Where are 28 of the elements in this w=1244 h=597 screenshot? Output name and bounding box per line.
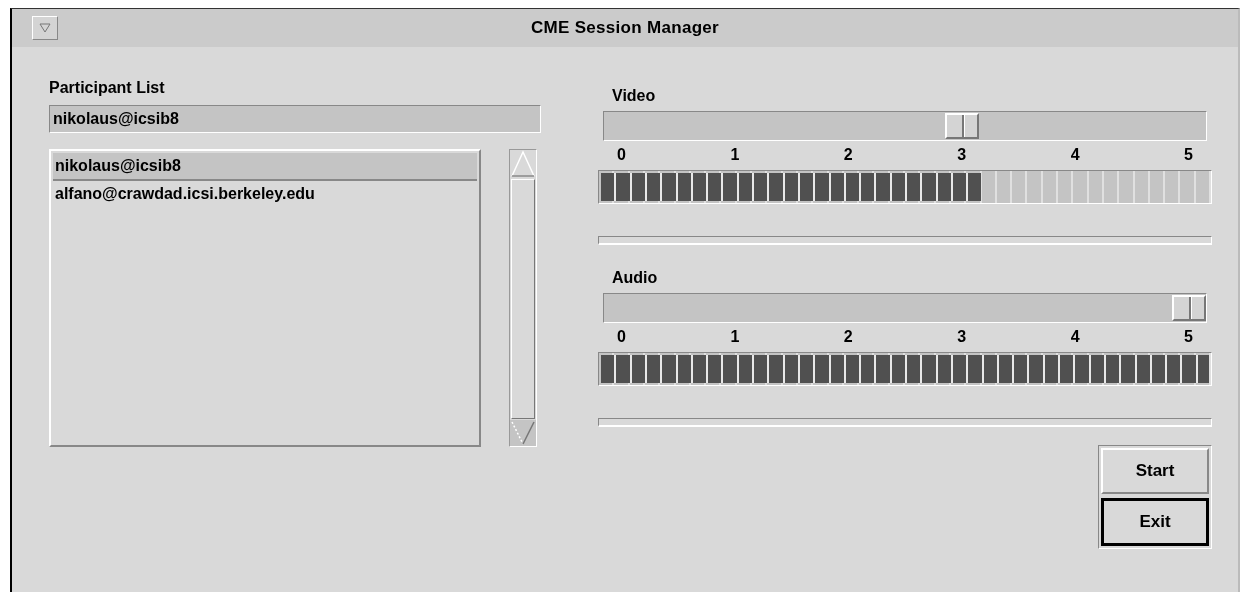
scale-label: 3 [957,146,967,165]
channel-label: Audio [612,269,658,287]
channel-label: Video [612,87,656,105]
scale-label: 1 [730,146,740,165]
scale-label: 1 [730,328,740,347]
scale-label: 2 [843,146,853,165]
scale-label: 2 [843,328,853,347]
list-item[interactable]: nikolaus@icsib8 [53,153,477,181]
scroll-up-icon[interactable] [510,150,536,178]
button[interactable]: Start [1101,448,1209,494]
slider-thumb[interactable] [944,113,979,139]
window-menu-button[interactable] [32,16,58,40]
button[interactable]: Exit [1101,498,1209,546]
scale-label: 3 [957,328,967,347]
scrollbar[interactable] [509,149,537,447]
participant-list-label: Participant List [49,79,165,97]
scale-label: 5 [1184,328,1193,347]
window-title: CME Session Manager [530,18,720,38]
participant-field[interactable]: nikolaus@icsib8 [49,105,541,133]
scale-label: 4 [1070,328,1080,347]
slider-thumb[interactable] [1172,295,1206,321]
scale-label: 4 [1070,146,1080,165]
list-item[interactable]: alfano@crawdad.icsi.berkeley.edu [53,181,477,207]
triangle-down-icon [39,23,51,33]
scale-label: 0 [617,146,626,165]
scale-label: 5 [1184,146,1193,165]
scale-label: 0 [617,328,626,347]
scroll-down-icon[interactable] [510,420,536,446]
